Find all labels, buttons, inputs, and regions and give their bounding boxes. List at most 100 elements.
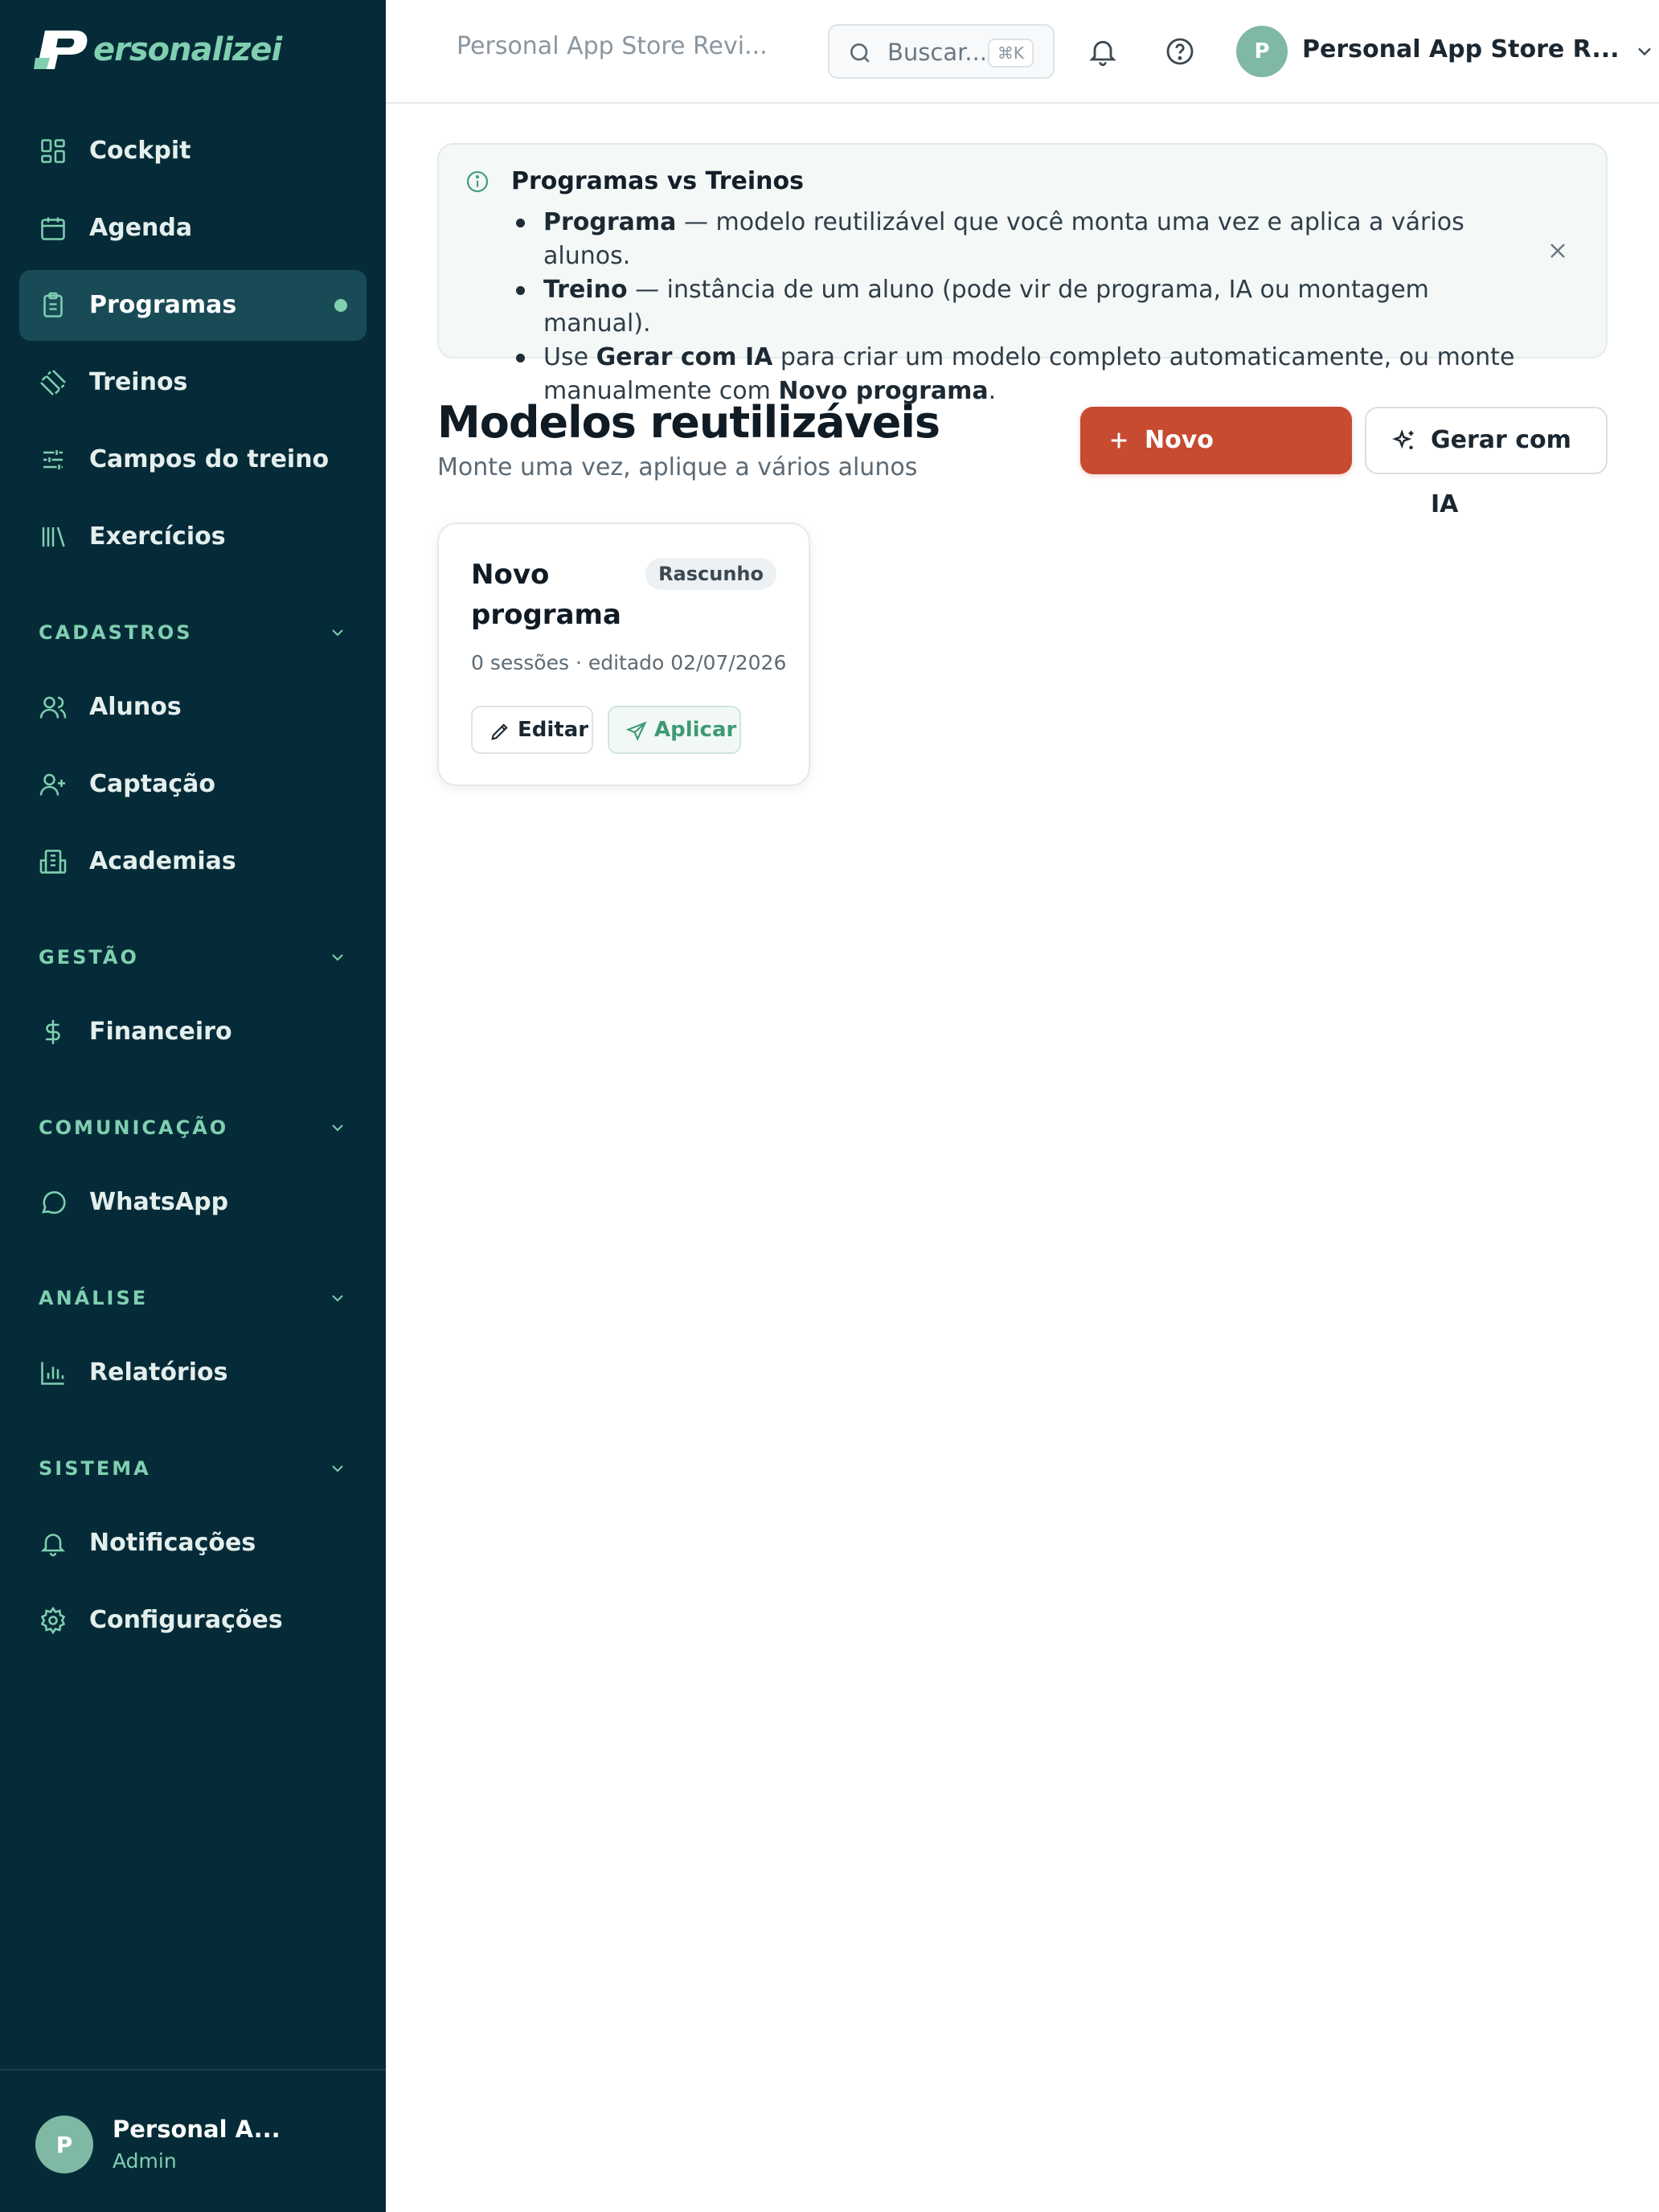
info-bullet: Programa — modelo reutilizável que você …	[511, 206, 1524, 273]
sidebar-item-configuracoes[interactable]: Configurações	[19, 1585, 367, 1656]
sidebar-item-programas[interactable]: Programas	[19, 270, 367, 341]
chevron-down-icon	[332, 1124, 343, 1132]
brand-logo[interactable]: ersonalizei	[34, 27, 282, 72]
sidebar-item-alunos[interactable]: Alunos	[19, 672, 367, 743]
logo-mark-icon	[34, 31, 88, 69]
workspace-name: Personal App Store Revi...	[457, 32, 768, 60]
sidebar-item-notificacoes[interactable]: Notificações	[19, 1508, 367, 1579]
sidebar-item-campos-do-treino[interactable]: Campos do treino	[19, 424, 367, 495]
bullet-term: Programa	[543, 208, 677, 236]
search-input[interactable]: Buscar... ⌘K	[828, 24, 1055, 79]
page-subtitle: Monte uma vez, aplique a vários alunos	[437, 453, 918, 481]
chevron-down-icon	[1638, 47, 1651, 56]
status-badge: Rascunho	[645, 558, 776, 590]
sidebar-item-label: Treinos	[89, 368, 188, 396]
section-gestao[interactable]: GESTÃO	[39, 941, 347, 973]
chevron-down-icon	[332, 954, 343, 961]
apply-button[interactable]: Aplicar	[608, 706, 741, 754]
sliders-icon	[43, 450, 63, 469]
program-meta: 0 sessões · editado 02/07/2026	[471, 651, 787, 674]
clipboard-icon	[43, 292, 63, 317]
dumbbell-icon	[40, 370, 66, 395]
plus-icon	[1111, 432, 1127, 449]
bullet-term: Gerar com IA	[596, 343, 773, 371]
search-icon	[850, 43, 870, 63]
avatar: P	[1236, 26, 1288, 77]
sidebar-item-label: Relatórios	[89, 1358, 228, 1387]
bell-icon	[40, 1534, 66, 1557]
bullet-text: .	[988, 377, 997, 405]
bullet-term: Treino	[543, 276, 628, 304]
shortcut-hint: ⌘K	[987, 39, 1034, 68]
sidebar-item-cockpit[interactable]: Cockpit	[19, 116, 367, 186]
send-icon	[625, 721, 647, 741]
user-plus-icon	[39, 773, 65, 796]
sidebar-item-label: Cockpit	[89, 137, 191, 165]
sidebar: ersonalizei Cockpit Agenda Programas Tre…	[0, 0, 386, 2212]
dollar-icon	[46, 1020, 60, 1044]
bullet-text: Use	[543, 343, 596, 371]
section-comunicacao[interactable]: COMUNICAÇÃO	[39, 1112, 347, 1144]
sparkle-icon	[1392, 429, 1414, 449]
help-icon[interactable]	[1164, 35, 1196, 68]
library-icon	[42, 526, 65, 547]
calendar-icon	[41, 217, 65, 240]
section-label: GESTÃO	[39, 946, 139, 969]
users-icon	[39, 696, 67, 719]
sidebar-item-label: Campos do treino	[89, 445, 330, 473]
button-label: Gerar com IA	[1431, 426, 1571, 518]
info-list: Programa — modelo reutilizável que você …	[511, 206, 1524, 408]
button-label: Aplicar	[654, 718, 737, 742]
brand-name: ersonalizei	[93, 31, 282, 68]
section-sistema[interactable]: SISTEMA	[39, 1452, 347, 1485]
sidebar-item-exercicios[interactable]: Exercícios	[19, 502, 367, 572]
sidebar-item-label: Alunos	[89, 693, 182, 721]
building-icon	[39, 850, 67, 874]
bullet-text: — instância de um aluno (pode vir de pro…	[543, 276, 1429, 338]
sidebar-item-label: Notificações	[89, 1529, 256, 1557]
chevron-down-icon	[332, 1295, 343, 1302]
edit-button[interactable]: Editar	[471, 706, 593, 754]
active-indicator	[334, 299, 347, 312]
section-label: CADASTROS	[39, 621, 193, 644]
profile-role: Admin	[113, 2149, 177, 2173]
sidebar-item-captacao[interactable]: Captação	[19, 749, 367, 820]
section-cadastros[interactable]: CADASTROS	[39, 616, 347, 649]
chevron-down-icon	[332, 1465, 343, 1473]
bell-icon[interactable]	[1087, 35, 1119, 68]
sidebar-user-profile[interactable]: P Personal A... Admin	[0, 2069, 386, 2212]
sidebar-item-label: WhatsApp	[89, 1188, 229, 1216]
button-label: Novo programa	[1145, 426, 1277, 522]
avatar: P	[35, 2116, 93, 2173]
sidebar-item-whatsapp[interactable]: WhatsApp	[19, 1167, 367, 1238]
dashboard-icon	[41, 139, 65, 163]
sidebar-item-label: Configurações	[89, 1606, 283, 1634]
sidebar-item-label: Exercícios	[89, 522, 226, 551]
program-card[interactable]: Novo programa Rascunho 0 sessões · edita…	[437, 522, 810, 786]
pencil-icon	[491, 723, 508, 740]
info-title: Programas vs Treinos	[511, 167, 804, 195]
section-label: COMUNICAÇÃO	[39, 1116, 229, 1139]
sidebar-item-label: Academias	[89, 847, 236, 875]
section-analise[interactable]: ANÁLISE	[39, 1282, 347, 1314]
sidebar-item-label: Programas	[89, 291, 237, 319]
sidebar-item-agenda[interactable]: Agenda	[19, 193, 367, 264]
page-title: Modelos reutilizáveis	[437, 397, 940, 448]
sidebar-item-academias[interactable]: Academias	[19, 826, 367, 897]
user-menu[interactable]: P Personal App Store R...	[1236, 26, 1651, 77]
bullet-text: — modelo reutilizável que você monta uma…	[543, 208, 1464, 270]
sidebar-item-treinos[interactable]: Treinos	[19, 347, 367, 418]
settings-icon	[40, 1606, 66, 1635]
chat-icon	[42, 1191, 66, 1215]
sidebar-item-label: Agenda	[89, 214, 193, 242]
chevron-down-icon	[332, 629, 343, 637]
search-placeholder: Buscar...	[887, 39, 988, 66]
close-icon[interactable]	[1545, 238, 1571, 264]
sidebar-item-relatorios[interactable]: Relatórios	[19, 1337, 367, 1408]
program-title: Novo programa	[471, 559, 621, 631]
topbar: Personal App Store Revi... Buscar... ⌘K …	[386, 0, 1659, 104]
new-program-button[interactable]: Novo programa	[1080, 407, 1352, 522]
generate-with-ai-button[interactable]: Gerar com IA	[1365, 407, 1608, 518]
section-label: SISTEMA	[39, 1457, 151, 1480]
sidebar-item-financeiro[interactable]: Financeiro	[19, 997, 367, 1067]
